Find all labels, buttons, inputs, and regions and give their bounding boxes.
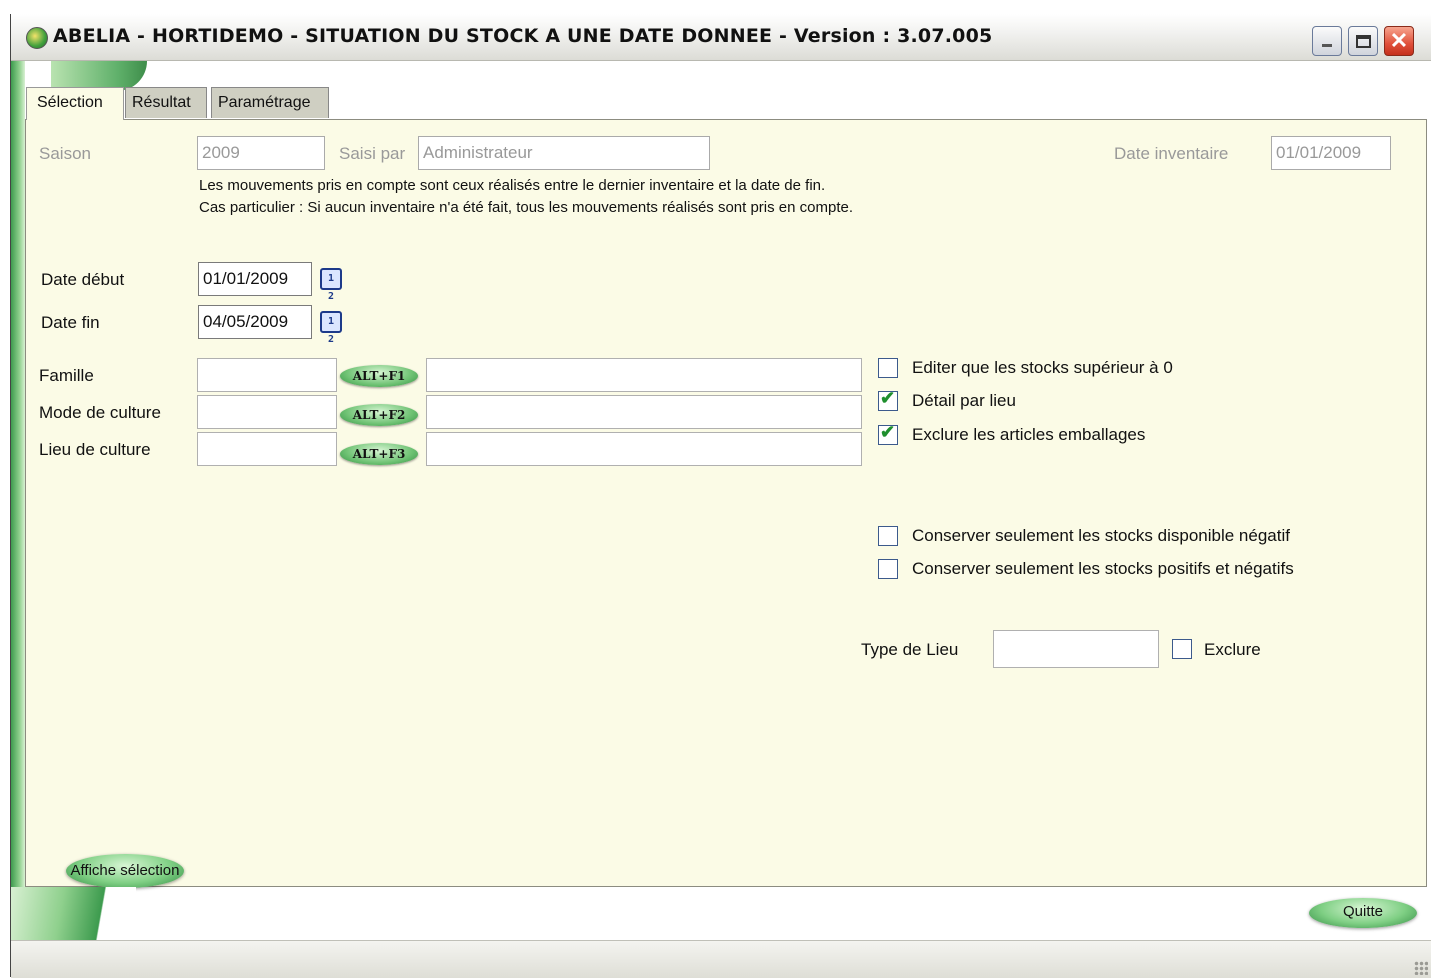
selection-panel: Saison 2009 Saisi par Administrateur Dat… (25, 119, 1427, 888)
mode-culture-label: Mode de culture (39, 403, 161, 422)
app-window: ABELIA - HORTIDEMO - SITUATION DU STOCK … (10, 14, 1431, 978)
option-stocks-positifs-negatifs-label: Conserver seulement les stocks positifs … (912, 559, 1294, 578)
info-line-1: Les mouvements pris en compte sont ceux … (199, 177, 826, 194)
date-debut-calendar-icon[interactable]: 1 2 (320, 268, 342, 302)
exclure-type-lieu-label: Exclure (1204, 640, 1261, 659)
quitte-button[interactable]: Quitte (1309, 898, 1417, 928)
date-fin-calendar-icon[interactable]: 1 2 (320, 311, 342, 345)
tab-selection[interactable]: Sélection (26, 87, 124, 120)
famille-label: Famille (39, 366, 94, 385)
left-decoration (11, 61, 25, 903)
date-inventaire-field[interactable]: 01/01/2009 (1271, 136, 1391, 170)
lieu-culture-code-field[interactable] (197, 432, 337, 466)
option-stocks-superieur-checkbox[interactable] (878, 358, 898, 378)
famille-code-field[interactable] (197, 358, 337, 392)
mode-culture-description-field[interactable] (426, 395, 862, 429)
option-stocks-superieur-label: Editer que les stocks supérieur à 0 (912, 358, 1173, 377)
exclure-type-lieu-checkbox[interactable] (1172, 639, 1192, 659)
type-lieu-label: Type de Lieu (861, 640, 959, 659)
checkmark-icon: ✔ (880, 388, 896, 408)
option-stocks-negatif-checkbox[interactable] (878, 526, 898, 546)
saisi-par-field[interactable]: Administrateur (418, 136, 710, 170)
famille-description-field[interactable] (426, 358, 862, 392)
maximize-icon (1355, 34, 1371, 48)
date-fin-label: Date fin (41, 313, 100, 332)
option-detail-lieu-checkbox[interactable]: ✔ (878, 388, 898, 411)
date-debut-label: Date début (41, 270, 125, 289)
mode-culture-lookup-button[interactable]: ALT+F2 (340, 404, 418, 426)
info-line-2: Cas particulier : Si aucun inventaire n'… (199, 199, 854, 216)
date-fin-field[interactable]: 04/05/2009 (198, 305, 312, 339)
tab-resultat[interactable]: Résultat (125, 87, 207, 118)
resize-grip-icon[interactable] (1414, 961, 1428, 975)
app-logo-icon (26, 27, 48, 49)
close-button[interactable]: ✕ (1384, 26, 1414, 56)
saison-label: Saison (39, 144, 91, 163)
option-exclure-emballages-checkbox[interactable]: ✔ (878, 422, 898, 445)
mode-culture-code-field[interactable] (197, 395, 337, 429)
famille-lookup-button[interactable]: ALT+F1 (340, 365, 418, 387)
date-debut-field[interactable]: 01/01/2009 (198, 262, 312, 296)
minimize-button[interactable] (1312, 26, 1342, 56)
status-bar (11, 940, 1431, 978)
option-stocks-negatif-label: Conserver seulement les stocks disponibl… (912, 526, 1290, 545)
option-exclure-emballages-label: Exclure les articles emballages (912, 425, 1146, 444)
date-inventaire-label: Date inventaire (1114, 144, 1229, 163)
affiche-selection-button[interactable]: Affiche sélection (66, 854, 184, 888)
type-lieu-field[interactable] (993, 630, 1159, 668)
checkmark-icon: ✔ (880, 422, 896, 442)
lieu-culture-description-field[interactable] (426, 432, 862, 466)
bottom-decoration (11, 887, 136, 940)
minimize-icon (1322, 44, 1332, 47)
option-stocks-positifs-negatifs-checkbox[interactable] (878, 559, 898, 579)
option-detail-lieu-label: Détail par lieu (912, 391, 1016, 410)
saison-field[interactable]: 2009 (197, 136, 325, 170)
close-icon: ✕ (1389, 28, 1409, 53)
tab-parametrage[interactable]: Paramétrage (211, 87, 329, 118)
lieu-culture-label: Lieu de culture (39, 440, 151, 459)
title-bar[interactable]: ABELIA - HORTIDEMO - SITUATION DU STOCK … (11, 14, 1431, 61)
lieu-culture-lookup-button[interactable]: ALT+F3 (340, 443, 418, 465)
saisi-par-label: Saisi par (339, 144, 406, 163)
maximize-button[interactable] (1348, 26, 1378, 56)
window-title: ABELIA - HORTIDEMO - SITUATION DU STOCK … (53, 25, 993, 47)
